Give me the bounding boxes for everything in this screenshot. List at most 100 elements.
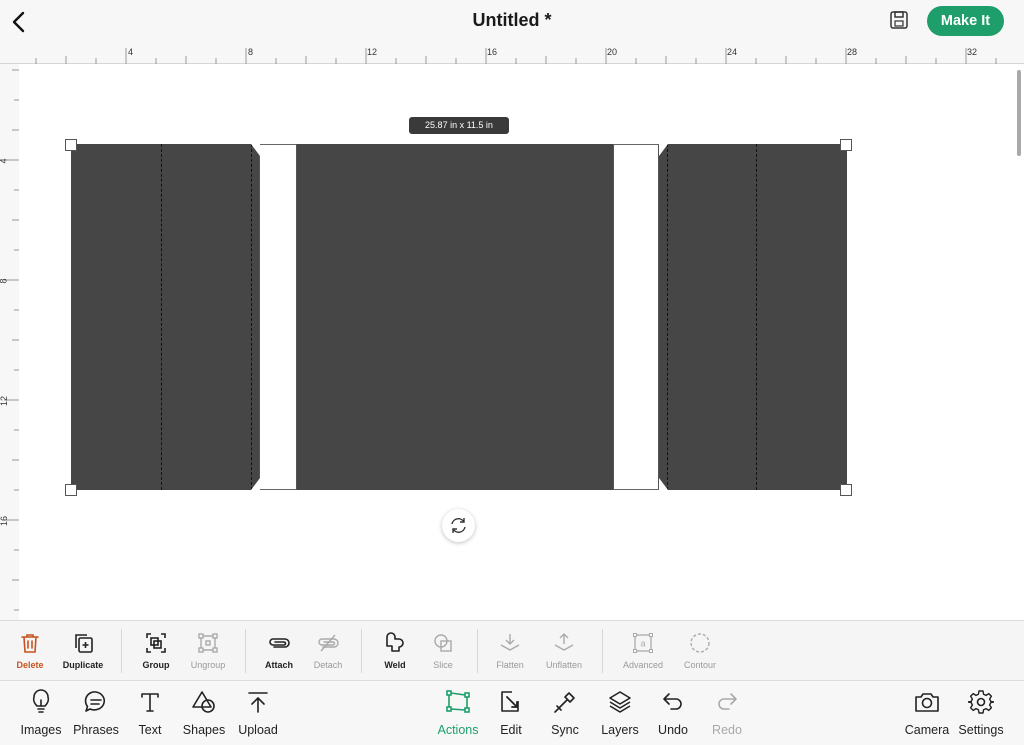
nav-camera[interactable]: Camera — [900, 681, 954, 745]
save-icon[interactable] — [888, 9, 910, 31]
project-title: Untitled * — [472, 10, 552, 30]
nav-redo[interactable]: Redo — [706, 681, 748, 745]
unflatten-label: Unflatten — [545, 660, 583, 670]
rotate-icon — [451, 518, 466, 533]
resize-handle[interactable] — [840, 139, 852, 151]
resize-handle[interactable] — [65, 139, 77, 151]
nav-camera-label: Camera — [904, 723, 950, 737]
nav-shapes[interactable]: Shapes — [180, 681, 228, 745]
make-it-button[interactable]: Make It — [927, 6, 1004, 36]
duplicate-label: Duplicate — [62, 660, 104, 670]
nav-undo[interactable]: Undo — [652, 681, 694, 745]
resize-handle[interactable] — [65, 484, 77, 496]
flatten-label: Flatten — [496, 660, 524, 670]
detach-button[interactable]: Detach — [306, 621, 350, 681]
advanced-icon: a — [633, 633, 653, 653]
nav-settings-label: Settings — [958, 723, 1004, 737]
vertical-ruler: 4 8 12 16 — [0, 64, 19, 620]
nav-shapes-label: Shapes — [182, 723, 226, 737]
layers-icon — [609, 691, 631, 713]
delete-label: Delete — [16, 660, 44, 670]
toolbar-divider — [602, 629, 603, 673]
unflatten-icon — [554, 633, 574, 651]
nav-undo-label: Undo — [658, 723, 688, 737]
panel-gap — [259, 144, 297, 490]
actions-toolbar: Delete Duplicate Group Ungroup Attach De… — [0, 620, 1024, 681]
ruler-label: 24 — [727, 47, 738, 57]
nav-sync[interactable]: Sync — [544, 681, 586, 745]
advanced-label: Advanced — [622, 660, 664, 670]
nav-phrases[interactable]: Phrases — [70, 681, 122, 745]
gear-icon — [968, 690, 994, 714]
detach-icon — [318, 634, 339, 652]
actions-icon — [446, 690, 470, 713]
panel-gap — [613, 144, 659, 490]
flatten-icon — [500, 634, 520, 651]
notch — [659, 144, 668, 490]
horizontal-ruler: 4 8 12 16 20 24 28 32 — [0, 44, 1024, 64]
text-icon — [141, 693, 159, 712]
ungroup-icon — [198, 633, 218, 653]
ruler-label: 12 — [367, 47, 378, 57]
ruler-label: 8 — [248, 47, 254, 57]
ungroup-label: Ungroup — [190, 660, 226, 670]
color-picker-icon — [554, 692, 575, 713]
detach-label: Detach — [313, 660, 343, 670]
speech-bubble-icon — [84, 691, 106, 712]
ruler-label: 28 — [847, 47, 858, 57]
group-icon — [146, 633, 166, 653]
advanced-button[interactable]: a Advanced — [615, 621, 671, 681]
ruler-label: 20 — [607, 47, 618, 57]
ruler-label: 4 — [128, 47, 134, 57]
nav-layers[interactable]: Layers — [598, 681, 642, 745]
weld-button[interactable]: Weld — [373, 621, 417, 681]
score-line — [756, 144, 757, 490]
trash-icon — [21, 634, 39, 653]
attach-label: Attach — [264, 660, 293, 670]
rotate-handle[interactable] — [442, 509, 475, 542]
group-label: Group — [142, 660, 170, 670]
nav-text[interactable]: Text — [128, 681, 172, 745]
nav-images[interactable]: Images — [16, 681, 66, 745]
slice-button[interactable]: Slice — [421, 621, 465, 681]
delete-button[interactable]: Delete — [8, 621, 52, 681]
nav-layers-label: Layers — [601, 723, 639, 737]
nav-actions[interactable]: Actions — [433, 681, 483, 745]
contour-icon — [690, 633, 710, 653]
resize-handle[interactable] — [840, 484, 852, 496]
nav-settings[interactable]: Settings — [954, 681, 1008, 745]
flatten-button[interactable]: Flatten — [488, 621, 532, 681]
top-bar: Untitled * Make It — [0, 0, 1024, 44]
shapes-icon — [192, 691, 215, 713]
ruler-label: 16 — [0, 515, 10, 527]
contour-button[interactable]: Contour — [678, 621, 722, 681]
ruler-label: 12 — [0, 395, 10, 407]
nav-edit-label: Edit — [500, 723, 522, 737]
attach-button[interactable]: Attach — [257, 621, 301, 681]
ungroup-button[interactable]: Ungroup — [183, 621, 233, 681]
score-line — [161, 144, 162, 490]
ruler-label: 16 — [487, 47, 498, 57]
ruler-label: 8 — [0, 278, 9, 283]
ruler-label: 32 — [967, 47, 978, 57]
undo-icon — [663, 693, 682, 710]
nav-redo-label: Redo — [712, 723, 742, 737]
lightbulb-icon — [32, 689, 50, 713]
nav-actions-label: Actions — [437, 723, 479, 737]
duplicate-icon — [75, 634, 93, 653]
dimension-badge: 25.87 in x 11.5 in — [409, 117, 509, 134]
vertical-scrollbar[interactable] — [1017, 70, 1021, 156]
nav-phrases-label: Phrases — [73, 723, 119, 737]
notch — [251, 144, 260, 490]
nav-edit[interactable]: Edit — [490, 681, 532, 745]
nav-upload[interactable]: Upload — [234, 681, 282, 745]
nav-images-label: Images — [20, 723, 62, 737]
toolbar-divider — [245, 629, 246, 673]
unflatten-button[interactable]: Unflatten — [538, 621, 590, 681]
duplicate-button[interactable]: Duplicate — [58, 621, 108, 681]
selected-shape[interactable] — [71, 144, 847, 490]
group-button[interactable]: Group — [134, 621, 178, 681]
bottom-navigation: Images Phrases Text Shapes Upload Action… — [0, 681, 1024, 745]
slice-icon — [434, 634, 452, 652]
camera-icon — [915, 693, 939, 712]
